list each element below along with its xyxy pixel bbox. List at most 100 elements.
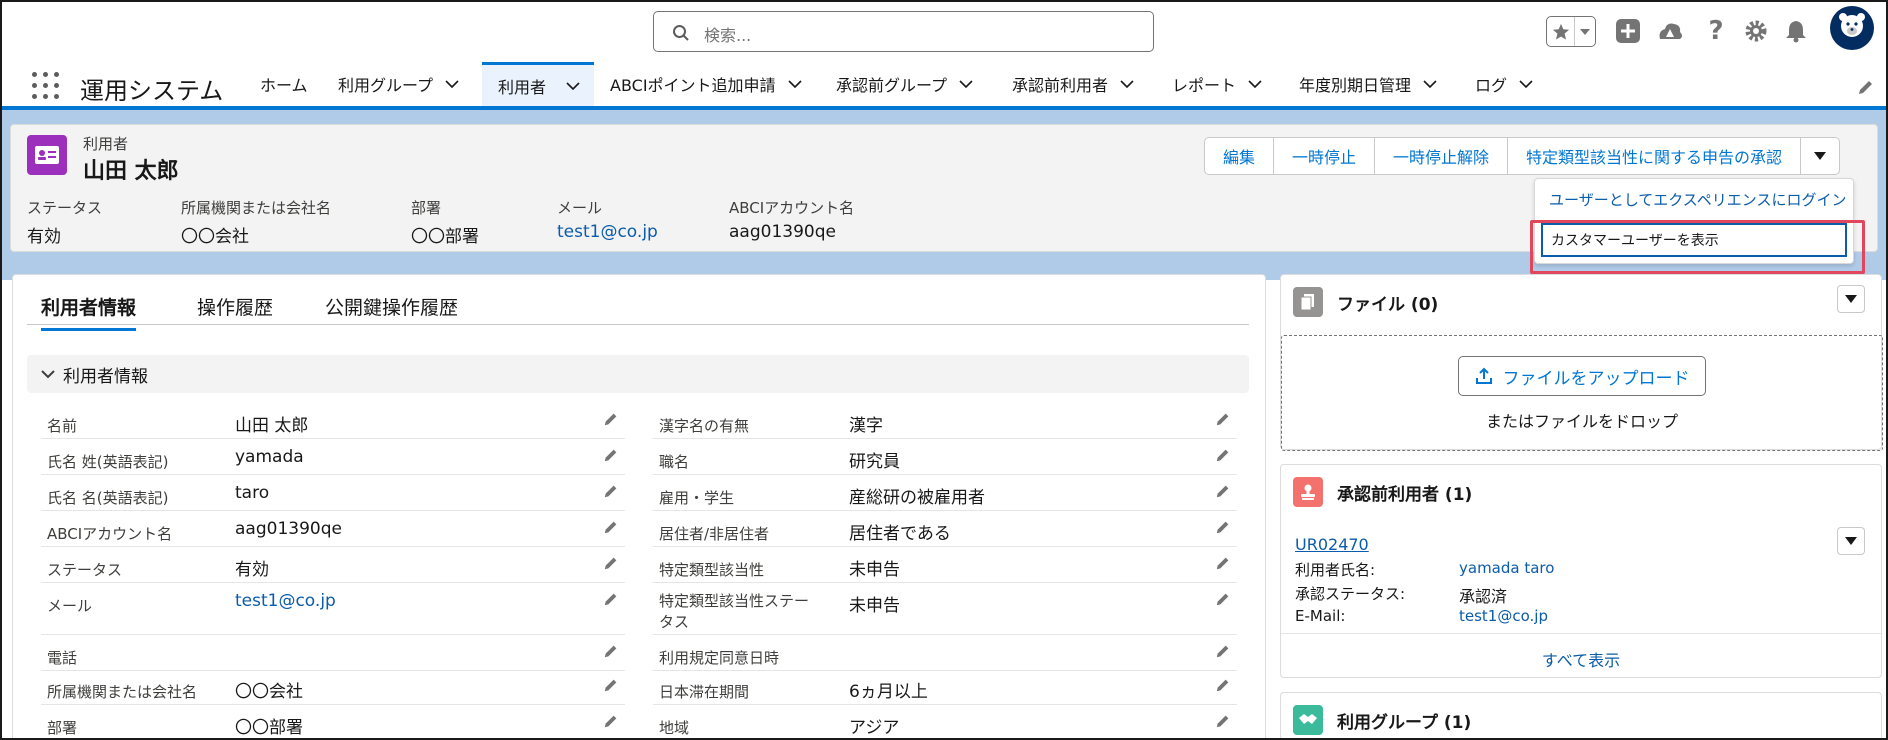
approve-declaration-button[interactable]: 特定類型該当性に関する申告の承認 — [1507, 137, 1802, 175]
chevron-down-icon[interactable] — [787, 80, 802, 88]
chevron-down-icon[interactable] — [1423, 80, 1437, 88]
nav-item-home[interactable]: ホーム — [260, 62, 308, 106]
field-value: 有効 — [235, 560, 269, 580]
pencil-icon[interactable] — [1215, 519, 1231, 539]
suspend-button[interactable]: 一時停止 — [1273, 137, 1376, 175]
more-actions-button[interactable] — [1800, 137, 1841, 175]
user-name-link[interactable]: yamada taro — [1459, 559, 1554, 577]
pencil-icon[interactable] — [1215, 591, 1231, 611]
tab-public-key-history[interactable]: 公開鍵操作履歴 — [325, 293, 458, 320]
field-label: 名前 — [47, 417, 78, 435]
pencil-icon[interactable] — [1215, 483, 1231, 503]
pencil-icon[interactable] — [1215, 447, 1231, 467]
nav-item-label: 利用グループ — [338, 76, 434, 95]
edit-button[interactable]: 編集 — [1204, 137, 1275, 175]
object-label: 利用者 — [83, 135, 129, 153]
action-button-group: 編集 一時停止 一時停止解除 特定類型該当性に関する申告の承認 — [1204, 137, 1841, 175]
add-icon[interactable] — [1612, 15, 1644, 47]
field-label: ABCIアカウント名 — [47, 525, 173, 543]
nav-item-abci-points[interactable]: ABCIポイント追加申請 — [610, 62, 802, 106]
record-tabs: 利用者情報 操作履歴 公開鍵操作履歴 — [27, 285, 1249, 331]
chevron-down-icon — [1845, 537, 1857, 545]
global-search-input[interactable]: 検索... — [653, 11, 1154, 52]
email-link[interactable]: test1@co.jp — [235, 591, 336, 611]
chevron-down-icon[interactable] — [959, 80, 973, 88]
tab-user-info[interactable]: 利用者情報 — [41, 293, 137, 331]
view-all-link[interactable]: すべて表示 — [1281, 647, 1881, 671]
field-value: 居住者である — [849, 524, 951, 544]
pencil-icon[interactable] — [603, 643, 619, 663]
upload-icon — [1475, 367, 1492, 384]
pencil-icon[interactable] — [1215, 643, 1231, 663]
field-label: メール — [47, 597, 93, 615]
chevron-down-icon[interactable] — [445, 80, 459, 88]
nav-item-groups[interactable]: 利用グループ — [338, 62, 459, 106]
pencil-icon[interactable] — [603, 677, 619, 697]
field-label: ステータス — [27, 199, 103, 217]
pencil-icon[interactable] — [603, 555, 619, 575]
file-icon — [1293, 287, 1323, 317]
pencil-icon[interactable] — [603, 713, 619, 733]
menu-item-login-as-experience[interactable]: ユーザーとしてエクスペリエンスにログイン — [1535, 179, 1853, 219]
help-icon[interactable]: ? — [1700, 15, 1732, 47]
pencil-icon[interactable] — [603, 519, 619, 539]
chevron-down-icon[interactable] — [1248, 80, 1262, 88]
field-row: 名前 山田 太郎 — [41, 403, 625, 439]
pencil-icon[interactable] — [603, 447, 619, 467]
chevron-down-icon[interactable] — [566, 81, 580, 90]
nav-item-logs[interactable]: ログ — [1475, 62, 1533, 106]
files-menu-button[interactable] — [1837, 285, 1865, 313]
edit-nav-icon[interactable] — [1857, 78, 1875, 100]
tab-operation-history[interactable]: 操作履歴 — [197, 293, 273, 320]
pencil-icon[interactable] — [1215, 713, 1231, 733]
chevron-down-icon — [1814, 152, 1827, 160]
search-icon — [673, 25, 689, 41]
pencil-icon[interactable] — [1215, 555, 1231, 575]
chevron-down-icon[interactable] — [1120, 80, 1134, 88]
section-header[interactable]: 利用者情報 — [27, 355, 1249, 393]
field-value: aag01390qe — [729, 222, 836, 242]
upload-files-label: ファイルをアップロード — [1502, 368, 1690, 389]
field-value: 6ヵ月以上 — [849, 682, 928, 702]
pending-users-title: 承認前利用者 (1) — [1337, 484, 1473, 505]
upload-files-button[interactable]: ファイルをアップロード — [1458, 356, 1706, 396]
chevron-down-icon[interactable] — [1575, 17, 1595, 46]
field-row: 地域 アジア — [653, 705, 1237, 738]
star-icon[interactable] — [1547, 17, 1575, 46]
files-card-header: ファイル (0) — [1293, 287, 1438, 317]
field-value: 〇〇部署 — [411, 227, 479, 247]
record-menu-button[interactable] — [1837, 527, 1865, 555]
nav-item-pending-users[interactable]: 承認前利用者 — [1012, 62, 1134, 106]
field-row: ステータス 有効 — [41, 547, 625, 583]
app-launcher-icon[interactable] — [32, 72, 60, 100]
record-id-link[interactable]: UR02470 — [1295, 535, 1369, 554]
divider — [1281, 633, 1881, 634]
nav-item-annual-deadlines[interactable]: 年度別期日管理 — [1299, 62, 1437, 106]
groups-card-header: 利用グループ (1) — [1293, 705, 1471, 735]
field-row: 居住者/非居住者 居住者である — [653, 511, 1237, 547]
field-label: 利用規定同意日時 — [659, 649, 780, 667]
pencil-icon[interactable] — [603, 483, 619, 503]
email-link[interactable]: test1@co.jp — [557, 222, 658, 242]
file-dropzone[interactable]: ファイルをアップロード またはファイルをドロップ — [1281, 335, 1883, 451]
field-row: 職名 研究員 — [653, 439, 1237, 475]
gear-icon[interactable] — [1740, 15, 1772, 47]
nav-item-reports[interactable]: レポート — [1172, 62, 1262, 106]
unsuspend-button[interactable]: 一時停止解除 — [1374, 137, 1509, 175]
nav-item-users[interactable]: 利用者 — [482, 62, 594, 106]
detail-card: 利用者情報 操作履歴 公開鍵操作履歴 利用者情報 名前 山田 太郎 氏名 姓(英語… — [12, 274, 1266, 738]
favorites-button[interactable] — [1546, 16, 1596, 47]
email-link[interactable]: test1@co.jp — [1459, 607, 1548, 625]
nav-item-pending-groups[interactable]: 承認前グループ — [836, 62, 973, 106]
pencil-icon[interactable] — [603, 591, 619, 611]
field-row: 特定類型該当性 未申告 — [653, 547, 1237, 583]
trailhead-icon[interactable] — [1654, 15, 1686, 47]
app-frame: 検索... ? 運用システム ホーム 利用グループ 利用者 ABCIポイント追加… — [0, 0, 1888, 740]
pencil-icon[interactable] — [603, 411, 619, 431]
bell-icon[interactable] — [1780, 15, 1812, 47]
user-avatar[interactable] — [1830, 6, 1874, 50]
chevron-down-icon[interactable] — [1519, 80, 1533, 88]
pencil-icon[interactable] — [1215, 411, 1231, 431]
pencil-icon[interactable] — [1215, 677, 1231, 697]
field-value: 〇〇部署 — [235, 718, 303, 738]
